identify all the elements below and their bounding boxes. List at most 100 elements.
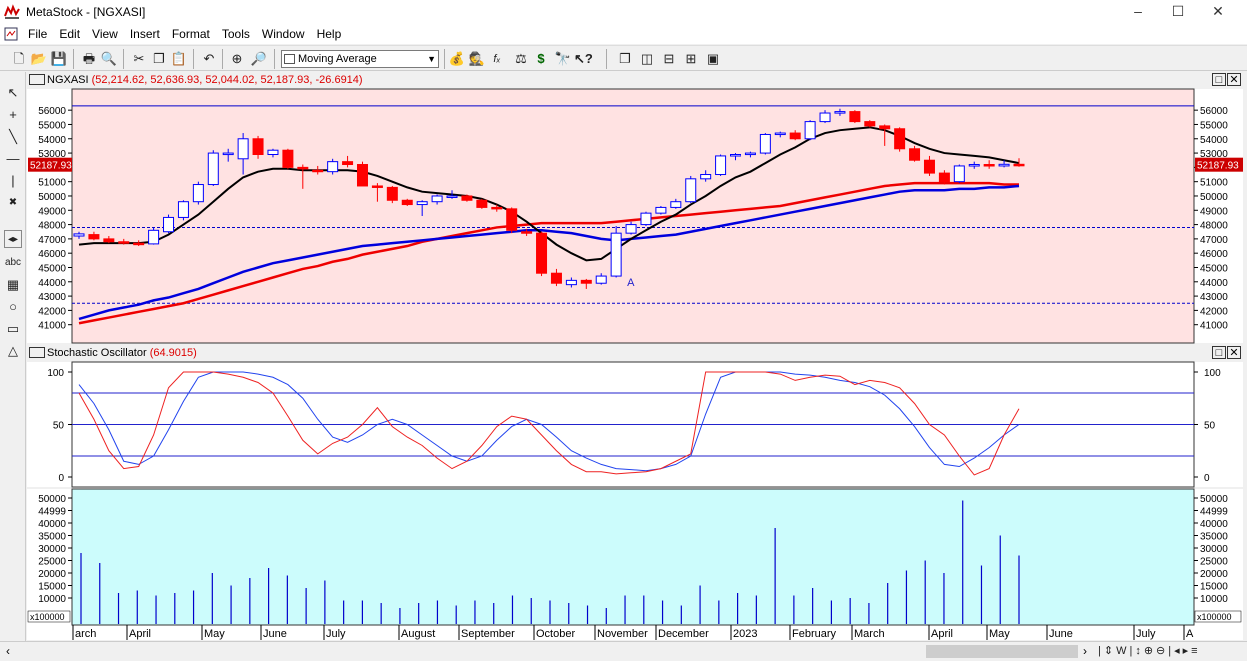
stoch-tick-label-right: 100 <box>1204 368 1221 379</box>
candle-body <box>700 174 712 180</box>
vertical-line-tool-icon[interactable]: | <box>4 172 22 190</box>
candle-body <box>476 199 488 208</box>
candle-body <box>640 212 652 226</box>
month-label: November <box>597 628 648 640</box>
chart-canvas[interactable]: 41000 41000 42000 42000 43000 43000 44000 44000… <box>27 72 1243 640</box>
save-icon[interactable]: 💾 <box>50 50 68 68</box>
price-tick-label-left: 54000 <box>38 135 66 146</box>
horizontal-line-tool-icon[interactable]: — <box>4 150 22 168</box>
menu-file[interactable]: File <box>22 24 53 44</box>
undo-icon[interactable]: ↶ <box>200 50 218 68</box>
cascade-windows-icon[interactable]: ❐ <box>616 50 634 68</box>
menu-window[interactable]: Window <box>256 24 311 44</box>
chevron-down-icon: ▼ <box>427 54 436 64</box>
candle-body <box>103 238 115 243</box>
crosshair-icon[interactable]: ⊕ <box>228 50 246 68</box>
stoch-tick-label-right: 0 <box>1204 473 1210 484</box>
table-tool-icon[interactable]: ▦ <box>4 276 22 294</box>
rectangle-tool-icon[interactable]: ▭ <box>4 320 22 338</box>
candle-body <box>670 201 682 208</box>
candle-body <box>312 169 324 173</box>
candle-body <box>431 195 443 203</box>
paste-icon[interactable]: 📋 <box>170 50 188 68</box>
volume-tick-label-right: 30000 <box>1200 544 1228 555</box>
tile-grid-icon[interactable]: ⊞ <box>682 50 700 68</box>
zoom-range-tool-icon[interactable]: ◂▸ <box>4 230 22 248</box>
tile-vertical-icon[interactable]: ◫ <box>638 50 656 68</box>
price-tick-label-right: 41000 <box>1200 321 1228 332</box>
text-tool-icon[interactable]: abc <box>4 254 22 272</box>
volume-tick-label-right: 50000 <box>1200 494 1228 505</box>
price-tick-label-left: 45000 <box>38 263 66 274</box>
explorer-icon[interactable]: 💰 <box>448 50 466 68</box>
dollar-icon[interactable]: $ <box>532 50 550 68</box>
formula-icon[interactable]: fₓ <box>488 50 506 68</box>
print-preview-icon[interactable]: 🔍 <box>100 50 118 68</box>
help-pointer-icon[interactable]: ↖? <box>574 50 593 68</box>
candle-body <box>133 242 145 246</box>
price-tick-label-left: 49000 <box>38 206 66 217</box>
candle-body <box>446 195 458 198</box>
horizontal-scrollbar[interactable]: ‹ › |⇕W|↕⊕⊖|◂▸≡ <box>0 641 1247 661</box>
menu-help[interactable]: Help <box>311 24 348 44</box>
candle-body <box>177 201 189 218</box>
candle-body <box>88 234 100 240</box>
volume-tick-label-left: 20000 <box>38 569 66 580</box>
expert-advisor-icon[interactable]: 🕵 <box>468 50 486 68</box>
arrange-icons-icon[interactable]: ▣ <box>704 50 722 68</box>
zoom-controls[interactable]: |⇕W|↕⊕⊖|◂▸≡ <box>1098 644 1201 657</box>
pointer-tool-icon[interactable]: ↖ <box>4 84 22 102</box>
volume-tick-label-right: 44999 <box>1200 507 1228 518</box>
month-label: June <box>1049 628 1073 640</box>
month-label: May <box>204 628 225 640</box>
menu-view[interactable]: View <box>86 24 124 44</box>
system-tester-icon[interactable]: ⚖ <box>512 50 530 68</box>
candle-body <box>819 112 831 123</box>
price-tick-label-right: 44000 <box>1200 278 1228 289</box>
candle-body <box>386 186 398 201</box>
trendline-tool-icon[interactable]: ╲ <box>4 128 22 146</box>
indicator-select-value: Moving Average <box>298 53 377 65</box>
price-tick-label-left: 48000 <box>38 221 66 232</box>
copy-icon[interactable]: ❐ <box>150 50 168 68</box>
document-icon[interactable] <box>4 27 18 41</box>
triangle-tool-icon[interactable]: △ <box>4 342 22 360</box>
menu-edit[interactable]: Edit <box>53 24 86 44</box>
print-icon[interactable]: 🖶 <box>80 50 98 68</box>
price-pane-background <box>72 89 1194 343</box>
tile-horizontal-icon[interactable]: ⊟ <box>660 50 678 68</box>
minimize-button[interactable]: – <box>1118 0 1158 24</box>
maximize-button[interactable]: ☐ <box>1158 0 1198 24</box>
candle-body <box>789 132 801 140</box>
candle-body <box>282 149 294 168</box>
volume-tick-label-left: 50000 <box>38 494 66 505</box>
month-label: arch <box>75 628 96 640</box>
close-button[interactable]: ✕ <box>1198 0 1238 24</box>
crosshair-tool-icon[interactable]: + <box>4 106 22 124</box>
candle-body <box>864 121 876 127</box>
zoom-icon[interactable]: 🔎 <box>250 50 268 68</box>
new-file-icon[interactable]: 🗋 <box>10 50 28 68</box>
candle-body <box>118 241 130 244</box>
menu-tools[interactable]: Tools <box>216 24 256 44</box>
scroll-thumb[interactable] <box>926 645 1078 658</box>
cut-icon[interactable]: ✂ <box>130 50 148 68</box>
indicator-select[interactable]: Moving Average ▼ <box>281 50 439 68</box>
menu-format[interactable]: Format <box>166 24 216 44</box>
candle-body <box>192 184 204 203</box>
candle-body <box>983 164 995 167</box>
candle-body <box>491 206 503 210</box>
menu-insert[interactable]: Insert <box>124 24 166 44</box>
volume-tick-label-left: 15000 <box>38 582 66 593</box>
open-folder-icon[interactable]: 📂 <box>30 50 48 68</box>
month-label: October <box>536 628 575 640</box>
symbol-tool-icon[interactable]: ✖ <box>4 194 22 212</box>
candle-body <box>342 161 354 166</box>
ellipse-tool-icon[interactable]: ○ <box>4 298 22 316</box>
price-tick-label-left: 43000 <box>38 292 66 303</box>
volume-tick-label-left: 40000 <box>38 519 66 530</box>
binoculars-icon[interactable]: 🔭 <box>554 50 572 68</box>
scroll-left-icon[interactable]: ‹ <box>6 644 10 658</box>
scroll-right-icon[interactable]: › <box>1083 644 1087 658</box>
price-tick-label-right: 46000 <box>1200 249 1228 260</box>
